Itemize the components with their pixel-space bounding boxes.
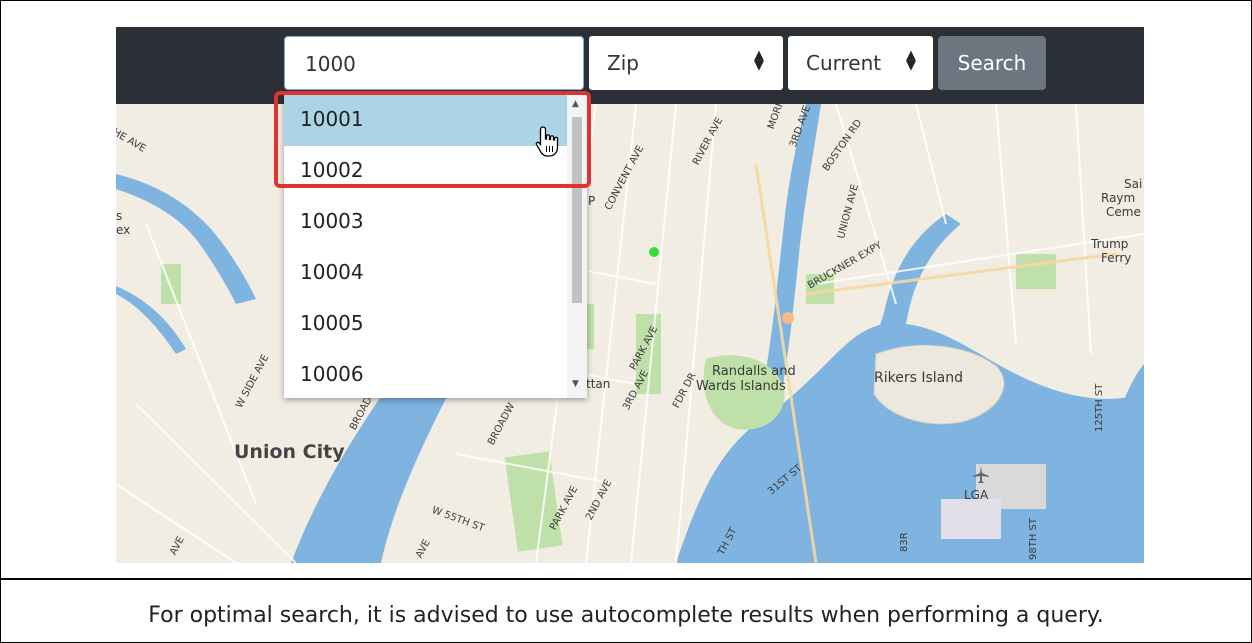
- time-scope-select[interactable]: Current ▲ ▼: [788, 36, 933, 90]
- map-label-ex: ex: [116, 223, 131, 237]
- map-label-83r: 83R: [899, 532, 910, 552]
- map-label-lga: LGA: [964, 488, 989, 502]
- map-label-raym: Raym: [1101, 191, 1136, 205]
- map-label-randalls: Randalls and: [712, 364, 796, 379]
- autocomplete-item[interactable]: 10003: [284, 197, 567, 248]
- search-input[interactable]: 1000: [284, 36, 584, 90]
- table-divider: [0, 578, 1252, 580]
- map-label-s: s: [116, 209, 123, 223]
- map-label-wards: Wards Islands: [696, 379, 786, 394]
- time-scope-value: Current: [806, 51, 882, 75]
- map-label-ceme: Ceme: [1106, 205, 1141, 219]
- map-label-sai: Sai: [1124, 177, 1143, 191]
- map-label-p: P: [588, 194, 596, 208]
- search-type-select[interactable]: Zip ▲ ▼: [589, 36, 783, 90]
- map-label-trump: Trump: [1091, 237, 1129, 251]
- map-label-98th-st: 98TH ST: [1028, 518, 1039, 560]
- map-label-manhattan-fragment: ttan: [586, 377, 611, 391]
- search-button[interactable]: Search: [938, 36, 1046, 90]
- autocomplete-item[interactable]: 10005: [284, 299, 567, 350]
- map-label-rikers: Rikers Island: [874, 370, 963, 386]
- map-label-ferry: Ferry: [1101, 251, 1132, 265]
- select-arrows-icon: ▲ ▼: [906, 48, 916, 73]
- airport-icon: [973, 466, 989, 483]
- search-type-value: Zip: [607, 51, 639, 75]
- map-label-125th-st: 125TH ST: [1094, 383, 1105, 432]
- scroll-down-icon[interactable]: ▼: [572, 379, 579, 389]
- caption-text: For optimal search, it is advised to use…: [148, 603, 1104, 628]
- hand-cursor-icon: [535, 126, 559, 157]
- map-app-screenshot: Union City Randalls and Wards Islands Ri…: [116, 27, 1144, 563]
- select-arrows-icon: ▲ ▼: [754, 48, 764, 73]
- autocomplete-item[interactable]: 10004: [284, 248, 567, 299]
- autocomplete-item[interactable]: 10006: [284, 350, 567, 398]
- map-label-union-city: Union City: [234, 441, 345, 463]
